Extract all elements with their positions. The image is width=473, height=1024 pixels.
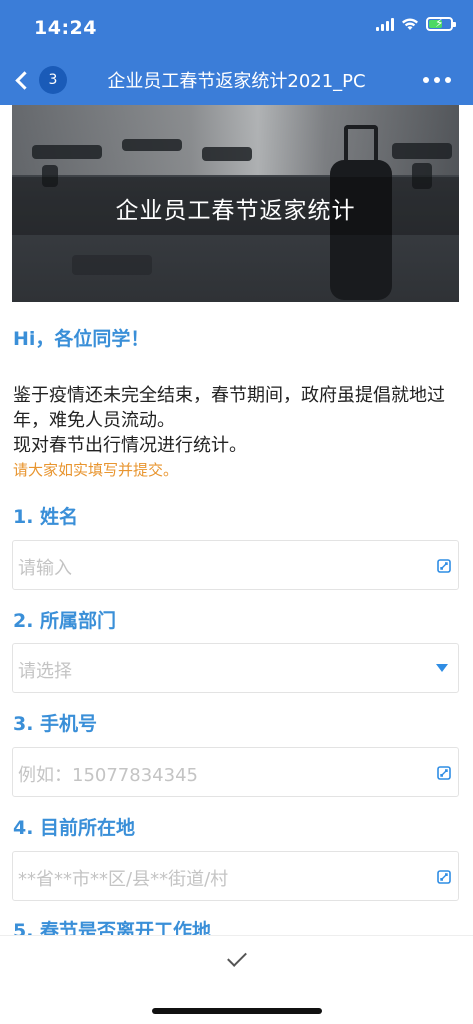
question-name-label: 1. 姓名 bbox=[13, 506, 79, 528]
page-title: 企业员工春节返家统计2021_PC bbox=[107, 71, 366, 92]
department-select[interactable]: 请选择 bbox=[12, 643, 459, 693]
banner-image: 企业员工春节返家统计 bbox=[12, 105, 459, 302]
bottom-toolbar bbox=[0, 935, 473, 1024]
check-icon[interactable] bbox=[227, 947, 247, 967]
more-icon[interactable] bbox=[423, 77, 451, 83]
question-location-label: 4. 目前所在地 bbox=[13, 817, 136, 839]
intro-text: 鉴于疫情还未完全结束，春节期间，政府虽提倡就地过年，难免人员流动。 现对春节出行情… bbox=[13, 383, 461, 458]
question-department-label: 2. 所属部门 bbox=[13, 610, 117, 632]
signal-icon bbox=[376, 17, 394, 31]
back-button[interactable]: 3 bbox=[10, 64, 70, 96]
expand-icon[interactable] bbox=[437, 870, 451, 884]
name-placeholder: 请输入 bbox=[18, 558, 72, 579]
back-count-badge: 3 bbox=[39, 66, 67, 94]
intro-paragraph: 鉴于疫情还未完全结束，春节期间，政府虽提倡就地过年，难免人员流动。 现对春节出行情… bbox=[13, 385, 445, 456]
status-icons: ⚡ bbox=[376, 16, 456, 31]
home-indicator bbox=[152, 1008, 322, 1014]
department-placeholder: 请选择 bbox=[18, 661, 72, 682]
banner-title: 企业员工春节返家统计 bbox=[115, 198, 356, 224]
expand-icon[interactable] bbox=[437, 766, 451, 780]
question-phone-label: 3. 手机号 bbox=[13, 713, 98, 735]
phone-placeholder: 例如：15077834345 bbox=[18, 765, 198, 786]
location-input[interactable]: **省**市**区/县**街道/村 bbox=[12, 851, 459, 901]
back-chevron-icon bbox=[15, 70, 34, 90]
location-placeholder: **省**市**区/县**街道/村 bbox=[18, 869, 229, 890]
submit-note: 请大家如实填写并提交。 bbox=[13, 461, 179, 479]
wifi-icon bbox=[402, 18, 418, 30]
status-time: 14:24 bbox=[34, 17, 97, 39]
app-header: 14:24 ⚡ 3 企业员工春节返家统计2021_PC bbox=[0, 0, 473, 105]
greeting: Hi，各位同学！ bbox=[13, 328, 150, 350]
expand-icon[interactable] bbox=[437, 559, 451, 573]
phone-input[interactable]: 例如：15077834345 bbox=[12, 747, 459, 797]
battery-icon: ⚡ bbox=[426, 16, 456, 31]
name-input[interactable]: 请输入 bbox=[12, 540, 459, 590]
dropdown-arrow-icon bbox=[436, 664, 448, 672]
